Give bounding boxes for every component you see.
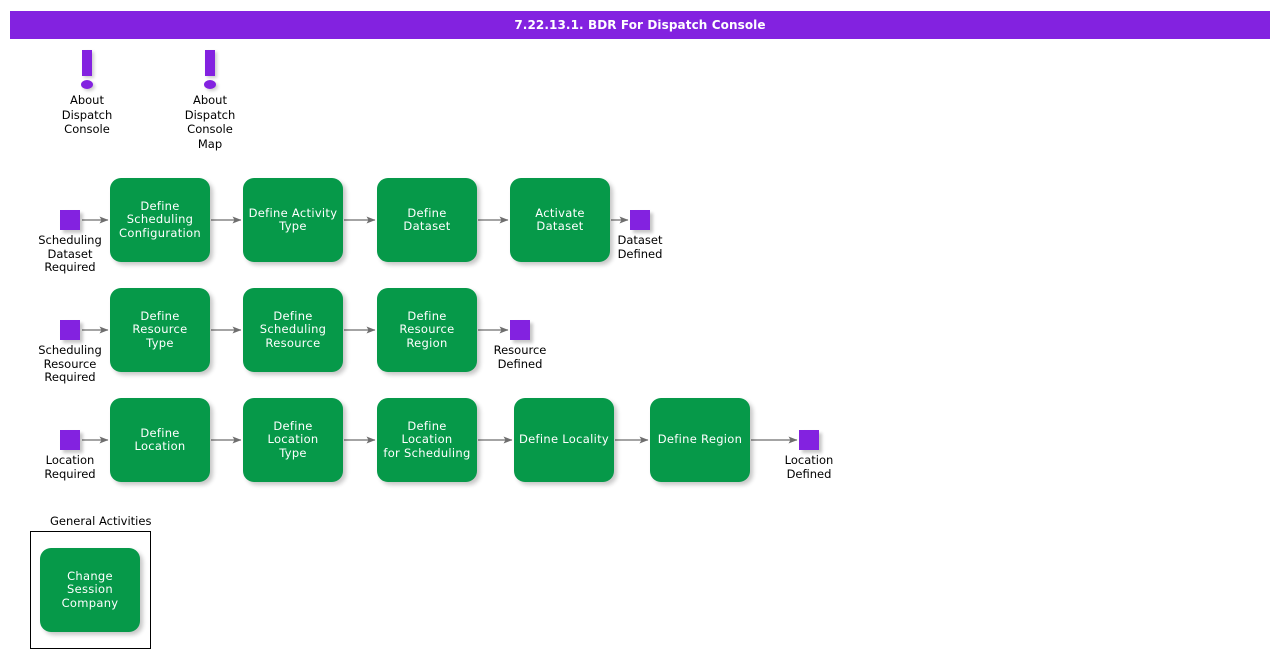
process-label: Define Location for Scheduling xyxy=(383,418,471,460)
process-define-activity-type[interactable]: Define Activity Type xyxy=(243,178,343,262)
process-define-region[interactable]: Define Region xyxy=(650,398,750,482)
terminal-swatch xyxy=(510,320,530,340)
terminal-label: Scheduling Resource Required xyxy=(38,343,102,384)
process-define-locality[interactable]: Define Locality xyxy=(514,398,614,482)
process-activate-dataset[interactable]: Activate Dataset xyxy=(510,178,610,262)
note-about-dispatch-console-map[interactable]: About Dispatch Console Map xyxy=(184,50,236,151)
process-label: Change Session Company xyxy=(61,568,119,610)
process-label: Define Dataset xyxy=(403,205,451,233)
terminal-location-defined[interactable]: Location Defined xyxy=(785,430,833,480)
process-define-location[interactable]: Define Location xyxy=(110,398,210,482)
group-label-general-activities: General Activities xyxy=(50,514,152,528)
process-define-location-type[interactable]: Define Location Type xyxy=(243,398,343,482)
process-define-scheduling-resource[interactable]: Define Scheduling Resource xyxy=(243,288,343,372)
exclamation-bar xyxy=(82,50,92,76)
process-label: Define Resource Region xyxy=(399,308,455,350)
terminal-swatch xyxy=(60,210,80,230)
process-label: Activate Dataset xyxy=(535,205,585,233)
process-label: Define Resource Type xyxy=(132,308,188,350)
process-define-scheduling-configuration[interactable]: Define Scheduling Configuration xyxy=(110,178,210,262)
terminal-resource-defined[interactable]: Resource Defined xyxy=(494,320,546,370)
exclamation-bar xyxy=(205,50,215,76)
terminal-swatch xyxy=(60,430,80,450)
process-label: Define Activity Type xyxy=(248,205,338,233)
window-title-bar: 7.22.13.1. BDR For Dispatch Console xyxy=(10,11,1270,39)
terminal-location-required[interactable]: Location Required xyxy=(44,430,96,480)
terminal-label: Resource Defined xyxy=(493,343,547,371)
process-define-resource-region[interactable]: Define Resource Region xyxy=(377,288,477,372)
process-define-resource-type[interactable]: Define Resource Type xyxy=(110,288,210,372)
terminal-swatch xyxy=(799,430,819,450)
exclamation-icon xyxy=(73,50,101,92)
process-change-session-company[interactable]: Change Session Company xyxy=(40,548,140,632)
process-label: Define Location Type xyxy=(267,418,319,460)
process-define-location-for-scheduling[interactable]: Define Location for Scheduling xyxy=(377,398,477,482)
process-label: Define Region xyxy=(657,432,743,447)
terminal-label: Scheduling Dataset Required xyxy=(38,233,102,274)
terminal-scheduling-resource-required[interactable]: Scheduling Resource Required xyxy=(38,320,102,384)
terminal-scheduling-dataset-required[interactable]: Scheduling Dataset Required xyxy=(38,210,102,274)
process-label: Define Locality xyxy=(519,432,610,447)
note-about-dispatch-console[interactable]: About Dispatch Console xyxy=(61,50,113,137)
process-label: Define Scheduling Resource xyxy=(259,308,327,350)
page-title: 7.22.13.1. BDR For Dispatch Console xyxy=(514,18,766,32)
process-define-dataset[interactable]: Define Dataset xyxy=(377,178,477,262)
terminal-dataset-defined[interactable]: Dataset Defined xyxy=(617,210,663,260)
note-label: About Dispatch Console xyxy=(61,93,113,136)
exclamation-dot xyxy=(204,80,216,89)
process-label: Define Location xyxy=(134,425,186,453)
exclamation-icon xyxy=(196,50,224,92)
note-label: About Dispatch Console Map xyxy=(184,93,236,151)
terminal-label: Location Defined xyxy=(784,453,834,481)
terminal-swatch xyxy=(60,320,80,340)
exclamation-dot xyxy=(81,80,93,89)
terminal-label: Dataset Defined xyxy=(617,233,663,261)
terminal-swatch xyxy=(630,210,650,230)
terminal-label: Location Required xyxy=(44,453,96,481)
process-label: Define Scheduling Configuration xyxy=(119,198,201,240)
